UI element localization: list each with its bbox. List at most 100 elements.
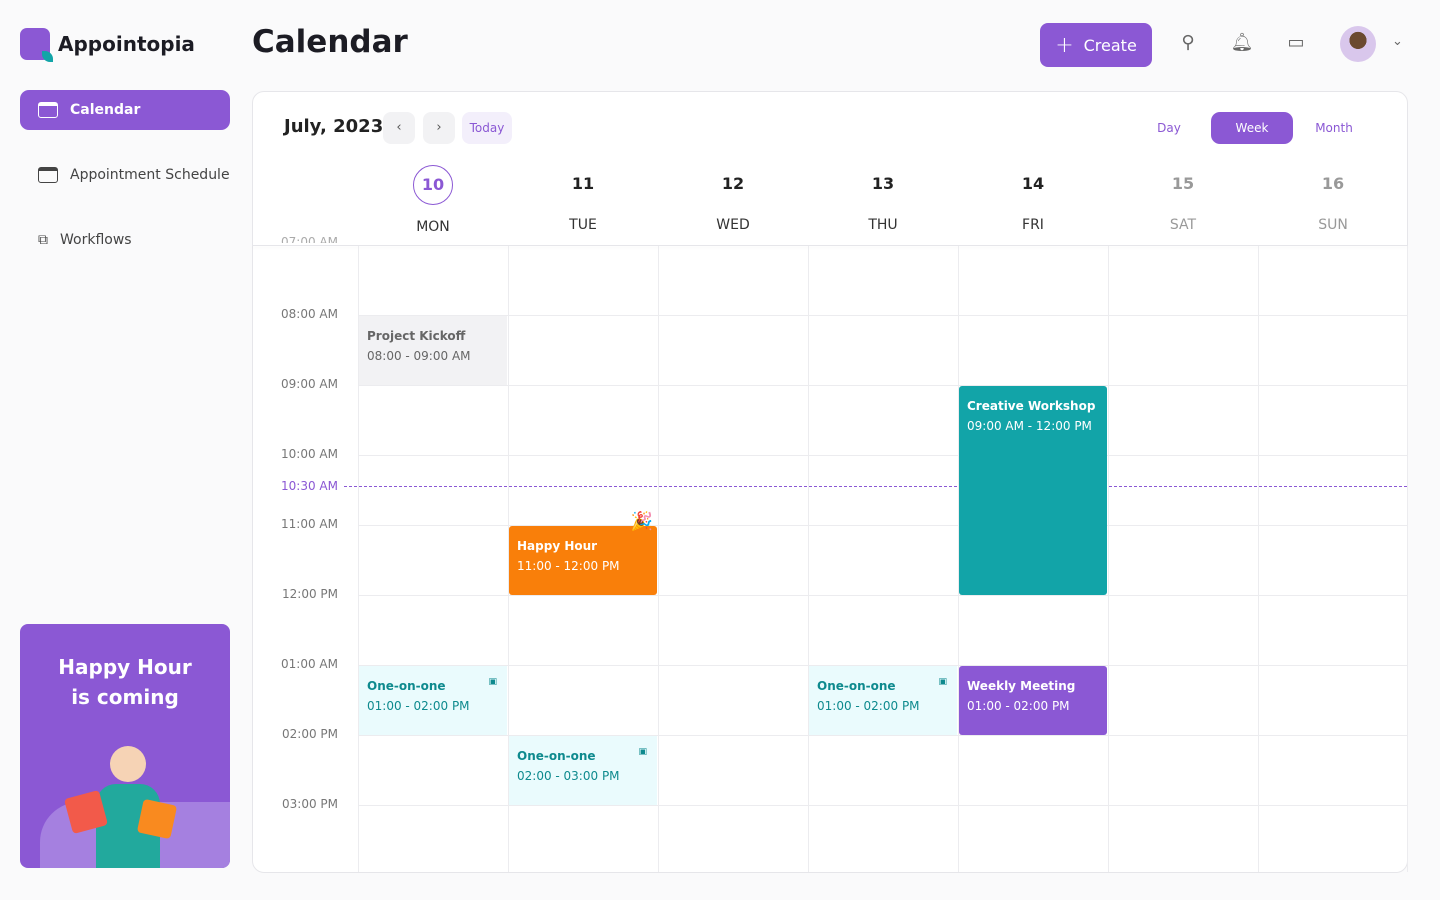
sidebar-item-workflows[interactable]: ⧉ Workflows <box>20 220 230 260</box>
sidebar-item-label: Appointment Schedule <box>70 167 230 183</box>
event-time: 01:00 - 02:00 PM <box>967 699 1070 713</box>
calendar-icon <box>38 102 58 118</box>
event-time: 11:00 - 12:00 PM <box>517 559 620 573</box>
day-name: SAT <box>1169 217 1197 233</box>
view-week-button[interactable]: Week <box>1211 112 1293 144</box>
day-number: 13 <box>871 174 895 193</box>
event-title: Happy Hour <box>517 539 598 553</box>
day-number: 16 <box>1321 174 1345 193</box>
day-header[interactable]: 10 MON <box>358 165 508 235</box>
event-time: 01:00 - 02:00 PM <box>367 699 470 713</box>
month-label: July, 2023 <box>284 116 384 137</box>
plus-icon: + <box>1055 32 1074 58</box>
event-time: 01:00 - 02:00 PM <box>817 699 920 713</box>
sidebar-item-calendar[interactable]: Calendar <box>20 90 230 130</box>
day-header[interactable]: 14 FRI <box>958 165 1108 233</box>
event-time: 09:00 AM - 12:00 PM <box>967 419 1092 433</box>
current-time-label: 10:30 AM <box>262 479 338 493</box>
day-name: WED <box>716 217 750 233</box>
create-label: Create <box>1083 35 1137 55</box>
event-one-on-one[interactable]: One-on-one 02:00 - 03:00 PM ▣ <box>509 736 657 805</box>
event-title: One-on-one <box>817 679 896 693</box>
message-icon[interactable]: ▭ <box>1284 32 1308 56</box>
day-number: 10 <box>413 165 453 205</box>
event-title: Project Kickoff <box>367 329 466 343</box>
calendar-check-icon <box>38 167 58 183</box>
search-icon[interactable]: ⚲ <box>1176 32 1200 56</box>
event-title: One-on-one <box>517 749 596 763</box>
event-one-on-one[interactable]: One-on-one 01:00 - 02:00 PM ▣ <box>809 666 957 735</box>
day-name: TUE <box>569 217 597 233</box>
event-project-kickoff[interactable]: Project Kickoff 08:00 - 09:00 AM <box>359 316 507 385</box>
hour-line <box>358 315 1407 316</box>
time-label: 10:00 AM <box>281 447 338 461</box>
view-day-button[interactable]: Day <box>1128 112 1210 144</box>
column-divider <box>808 246 809 872</box>
event-time: 08:00 - 09:00 AM <box>367 349 471 363</box>
time-label: 09:00 AM <box>281 377 338 391</box>
event-time: 02:00 - 03:00 PM <box>517 769 620 783</box>
event-title: One-on-one <box>367 679 446 693</box>
time-label: 02:00 PM <box>282 727 338 741</box>
day-number: 12 <box>721 174 745 193</box>
bell-icon[interactable]: 🔔︎ <box>1230 32 1254 56</box>
sidebar-item-appointment-schedule[interactable]: Appointment Schedule <box>20 155 230 195</box>
event-title: Weekly Meeting <box>967 679 1076 693</box>
day-name: THU <box>868 217 898 233</box>
sidebar-item-label: Calendar <box>70 102 141 118</box>
current-time-line <box>344 486 1407 487</box>
day-header[interactable]: 15 SAT <box>1108 165 1258 233</box>
logo-calendar-icon <box>20 28 53 62</box>
promo-title-line1: Happy Hour <box>58 655 192 679</box>
event-creative-workshop[interactable]: Creative Workshop 09:00 AM - 12:00 PM <box>959 386 1107 595</box>
time-label: 01:00 AM <box>281 657 338 671</box>
next-week-button[interactable]: › <box>423 112 455 144</box>
chevron-left-icon: ‹ <box>396 120 402 135</box>
chevron-right-icon: › <box>436 120 442 135</box>
time-label: 07:00 AM <box>281 235 338 243</box>
chevron-down-icon[interactable]: ⌄ <box>1392 34 1403 49</box>
person-illustration <box>63 738 178 868</box>
hour-line <box>358 805 1407 806</box>
day-header[interactable]: 11 TUE <box>508 165 658 233</box>
day-name: MON <box>416 219 450 235</box>
column-divider <box>1407 246 1408 872</box>
column-divider <box>1258 246 1259 872</box>
sidebar-item-label: Workflows <box>60 232 132 248</box>
day-name: SUN <box>1318 217 1348 233</box>
calendar-sync-icon: ▣ <box>488 677 497 687</box>
column-divider <box>1108 246 1109 872</box>
day-number: 11 <box>571 174 595 193</box>
today-button[interactable]: Today <box>462 112 512 144</box>
hour-line <box>358 595 1407 596</box>
app-name: Appointopia <box>58 32 195 56</box>
promo-card: Happy Hour is coming <box>20 624 230 868</box>
app-logo[interactable]: Appointopia <box>20 28 195 62</box>
event-title: Creative Workshop <box>967 399 1096 413</box>
workflow-icon: ⧉ <box>38 232 48 248</box>
time-label: 08:00 AM <box>281 307 338 321</box>
hour-line <box>358 455 1407 456</box>
day-number: 15 <box>1171 174 1195 193</box>
event-one-on-one[interactable]: One-on-one 01:00 - 02:00 PM ▣ <box>359 666 507 735</box>
prev-week-button[interactable]: ‹ <box>383 112 415 144</box>
day-header[interactable]: 12 WED <box>658 165 808 233</box>
hour-line <box>358 385 1407 386</box>
page-title: Calendar <box>252 24 408 60</box>
day-name: FRI <box>1022 217 1044 233</box>
event-happy-hour[interactable]: Happy Hour 11:00 - 12:00 PM 🎉 <box>509 512 657 595</box>
create-button[interactable]: + Create <box>1040 23 1152 67</box>
calendar-sync-icon: ▣ <box>638 747 647 757</box>
header-divider <box>252 245 1408 246</box>
event-weekly-meeting[interactable]: Weekly Meeting 01:00 - 02:00 PM <box>959 666 1107 735</box>
time-label: 12:00 PM <box>282 587 338 601</box>
day-number: 14 <box>1021 174 1045 193</box>
party-popper-icon: 🎉 <box>630 511 653 532</box>
promo-title-line2: is coming <box>71 685 179 709</box>
day-header[interactable]: 13 THU <box>808 165 958 233</box>
column-divider <box>658 246 659 872</box>
time-label: 03:00 PM <box>282 797 338 811</box>
view-month-button[interactable]: Month <box>1293 112 1375 144</box>
day-header[interactable]: 16 SUN <box>1258 165 1408 233</box>
avatar[interactable] <box>1340 26 1376 62</box>
